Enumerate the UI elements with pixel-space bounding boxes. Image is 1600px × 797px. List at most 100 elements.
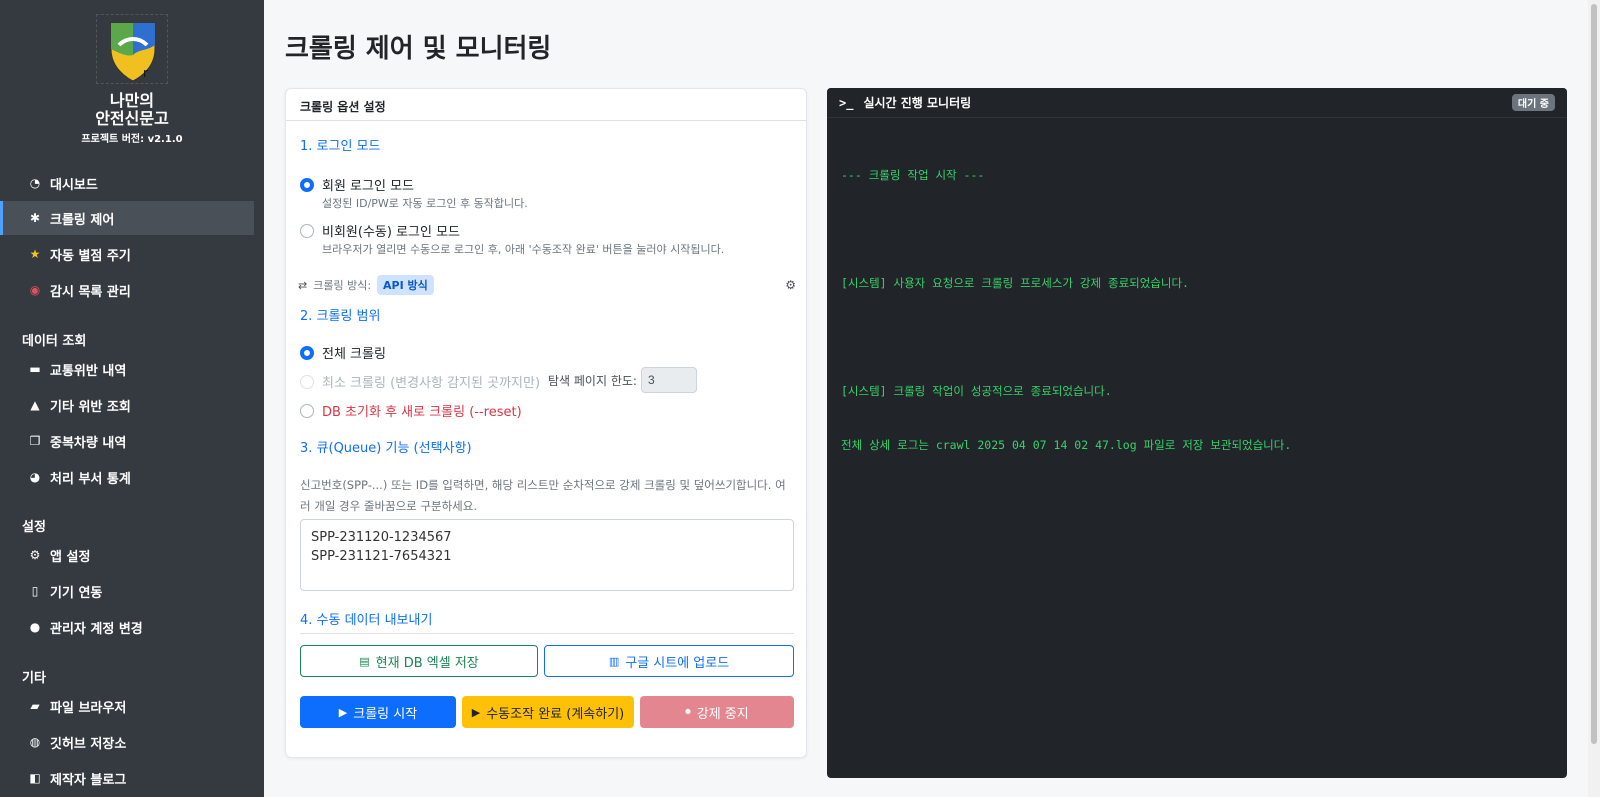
nav-department-stats-label: 처리 부서 통계 (50, 471, 131, 487)
nav-watchlist[interactable]: ◉ 감시 목록 관리 (0, 273, 254, 307)
nav-app-settings-label: 앱 설정 (50, 549, 91, 565)
login-guest-help: 브라우저가 열리면 수동으로 로그인 후, 아래 '수동조작 완료' 버튼을 눌… (322, 243, 725, 256)
nav-auto-star[interactable]: ★ 자동 별점 주기 (0, 237, 254, 271)
radio-login-guest[interactable]: 비회원(수동) 로그인 모드 (300, 221, 460, 240)
logo-wrap: r (0, 14, 264, 89)
force-stop-button[interactable]: ⏺ 강제 중지 (640, 696, 794, 728)
start-crawl-label: 크롤링 시작 (353, 706, 418, 722)
page-scrollbar[interactable] (1588, 0, 1600, 797)
radio-login-member[interactable]: 회원 로그인 모드 (300, 175, 414, 194)
section-etc: 기타 (22, 671, 46, 686)
monitor-header: >_ 실시간 진행 모니터링 대기 중 (827, 88, 1567, 118)
crawl-method-label: 크롤링 방식: (313, 279, 372, 292)
radio-range-min[interactable]: 최소 크롤링 (변경사항 감지된 곳까지만) (300, 372, 540, 391)
scrollbar-thumb[interactable] (1591, 4, 1597, 744)
swap-icon: ⇄ (298, 278, 308, 292)
nav-file-browser[interactable]: ▰ 파일 브라우저 (0, 689, 254, 723)
radio-range-reset-label: DB 초기화 후 새로 크롤링 (--reset) (322, 405, 522, 420)
log-line: 전체 상세 로그는 crawl 2025 04 07 14 02 47.log … (841, 438, 1292, 452)
search-page-limit-label: 탐색 페이지 한도: (548, 373, 637, 388)
divider (300, 633, 794, 634)
start-crawl-button[interactable]: ▶ 크롤링 시작 (300, 696, 456, 728)
eye-icon: ◉ (29, 283, 41, 297)
play-icon: ▶ (338, 705, 348, 719)
section-login-mode: 1. 로그인 모드 (300, 139, 381, 154)
radio-range-full[interactable]: 전체 크롤링 (300, 343, 386, 362)
nav-author-blog-label: 제작자 블로그 (50, 772, 127, 788)
nav-traffic-violations-label: 교통위반 내역 (50, 363, 127, 379)
page-title: 크롤링 제어 및 모니터링 (285, 34, 552, 64)
section-data: 데이터 조회 (22, 334, 87, 349)
sidebar: r 나만의 안전신문고 프로젝트 버전: v2.1.0 ◔ 대시보드 ✱ 크롤링… (0, 0, 264, 797)
upload-gsheet-button[interactable]: ▥ 구글 시트에 업로드 (544, 645, 794, 677)
nav-dashboard[interactable]: ◔ 대시보드 (0, 166, 254, 200)
car-icon: ▬ (29, 362, 41, 376)
log-line: [시스템] 크롤링 작업이 성공적으로 종료되었습니다. (841, 384, 1112, 398)
nav-github-label: 깃허브 저장소 (50, 736, 127, 752)
nav-other-violations[interactable]: ▲ 기타 위반 조회 (0, 388, 254, 422)
blog-icon: ◧ (29, 771, 41, 785)
nav-github[interactable]: ◍ 깃허브 저장소 (0, 725, 254, 759)
nav-department-stats[interactable]: ◕ 처리 부서 통계 (0, 460, 254, 494)
queue-textarea[interactable]: SPP-231120-1234567 SPP-231121-7654321 (300, 519, 794, 591)
stop-circle-icon: ⏺ (685, 705, 691, 718)
log-output: --- 크롤링 작업 시작 --- [시스템] 사용자 요청으로 크롤링 프로세… (827, 118, 1567, 502)
options-card-header: 크롤링 옵션 설정 (286, 89, 806, 121)
mobile-icon: ▯ (31, 584, 39, 598)
gear-icon[interactable]: ⚙ (785, 278, 796, 292)
radio-dot-checked[interactable] (300, 177, 314, 192)
nav-duplicate-vehicles[interactable]: ❐ 중복차량 내역 (0, 424, 254, 458)
force-stop-label: 강제 중지 (696, 706, 749, 722)
radio-range-min-label: 최소 크롤링 (변경사항 감지된 곳까지만) (322, 376, 541, 391)
svg-text:r: r (143, 66, 148, 80)
status-badge: 대기 중 (1511, 94, 1555, 111)
radio-range-reset[interactable]: DB 초기화 후 새로 크롤링 (--reset) (300, 401, 522, 420)
crawl-method-badge: API 방식 (377, 275, 434, 295)
manual-done-label: 수동조작 완료 (계속하기) (486, 706, 625, 722)
radio-dot[interactable] (300, 403, 314, 418)
brand-line1: 나만의 (109, 91, 155, 110)
export-excel-button[interactable]: ▤ 현재 DB 엑셀 저장 (300, 645, 538, 677)
crawl-method-row: ⇄ 크롤링 방식: API 방식 ⚙ (298, 275, 796, 295)
radio-login-guest-label: 비회원(수동) 로그인 모드 (322, 225, 461, 240)
upload-gsheet-label: 구글 시트에 업로드 (625, 655, 730, 671)
bug-icon: ✱ (29, 211, 41, 225)
nav-device-link-label: 기기 연동 (50, 585, 103, 601)
radio-login-member-label: 회원 로그인 모드 (322, 179, 414, 194)
search-page-limit-input[interactable] (640, 367, 697, 393)
radio-dot[interactable] (300, 374, 314, 389)
section-settings: 설정 (22, 520, 46, 535)
monitor-panel: >_ 실시간 진행 모니터링 대기 중 --- 크롤링 작업 시작 --- [시… (827, 88, 1567, 778)
radio-dot-checked[interactable] (300, 345, 314, 360)
queue-help: 신고번호(SPP-...) 또는 ID를 입력하면, 해당 리스트만 순차적으로… (300, 478, 786, 513)
nav-dashboard-label: 대시보드 (50, 177, 98, 193)
user-cog-icon: ● (29, 620, 41, 634)
app-logo-icon[interactable]: r (96, 14, 168, 84)
gear-icon: ⚙ (29, 548, 41, 562)
pie-chart-icon: ◕ (29, 470, 41, 484)
nav-duplicate-vehicles-label: 중복차량 내역 (50, 435, 127, 451)
nav-app-settings[interactable]: ⚙ 앱 설정 (0, 538, 254, 572)
nav-device-link[interactable]: ▯ 기기 연동 (0, 574, 254, 608)
nav-crawl-control[interactable]: ✱ 크롤링 제어 (0, 201, 254, 235)
login-member-help: 설정된 ID/PW로 자동 로그인 후 동작합니다. (322, 197, 528, 210)
manual-done-button[interactable]: ▶ 수동조작 완료 (계속하기) (462, 696, 634, 728)
folder-icon: ▰ (30, 699, 40, 713)
radio-dot[interactable] (300, 223, 314, 238)
dashboard-icon: ◔ (29, 176, 41, 190)
nav-traffic-violations[interactable]: ▬ 교통위반 내역 (0, 352, 254, 386)
excel-file-icon: ▤ (359, 654, 370, 668)
nav-crawl-control-label: 크롤링 제어 (50, 212, 115, 228)
nav-file-browser-label: 파일 브라우저 (50, 700, 127, 716)
nav-auto-star-label: 자동 별점 주기 (50, 248, 131, 264)
warning-icon: ▲ (30, 398, 40, 412)
queue-line: SPP-231120-1234567 (311, 530, 452, 545)
brand-name: 나만의 안전신문고 (0, 92, 264, 128)
nav-watchlist-label: 감시 목록 관리 (50, 284, 131, 300)
play-icon: ▶ (471, 705, 481, 719)
section-export: 4. 수동 데이터 내보내기 (300, 613, 433, 628)
star-icon: ★ (29, 247, 41, 261)
nav-author-blog[interactable]: ◧ 제작자 블로그 (0, 761, 254, 795)
nav-admin-account[interactable]: ● 관리자 계정 변경 (0, 610, 254, 644)
